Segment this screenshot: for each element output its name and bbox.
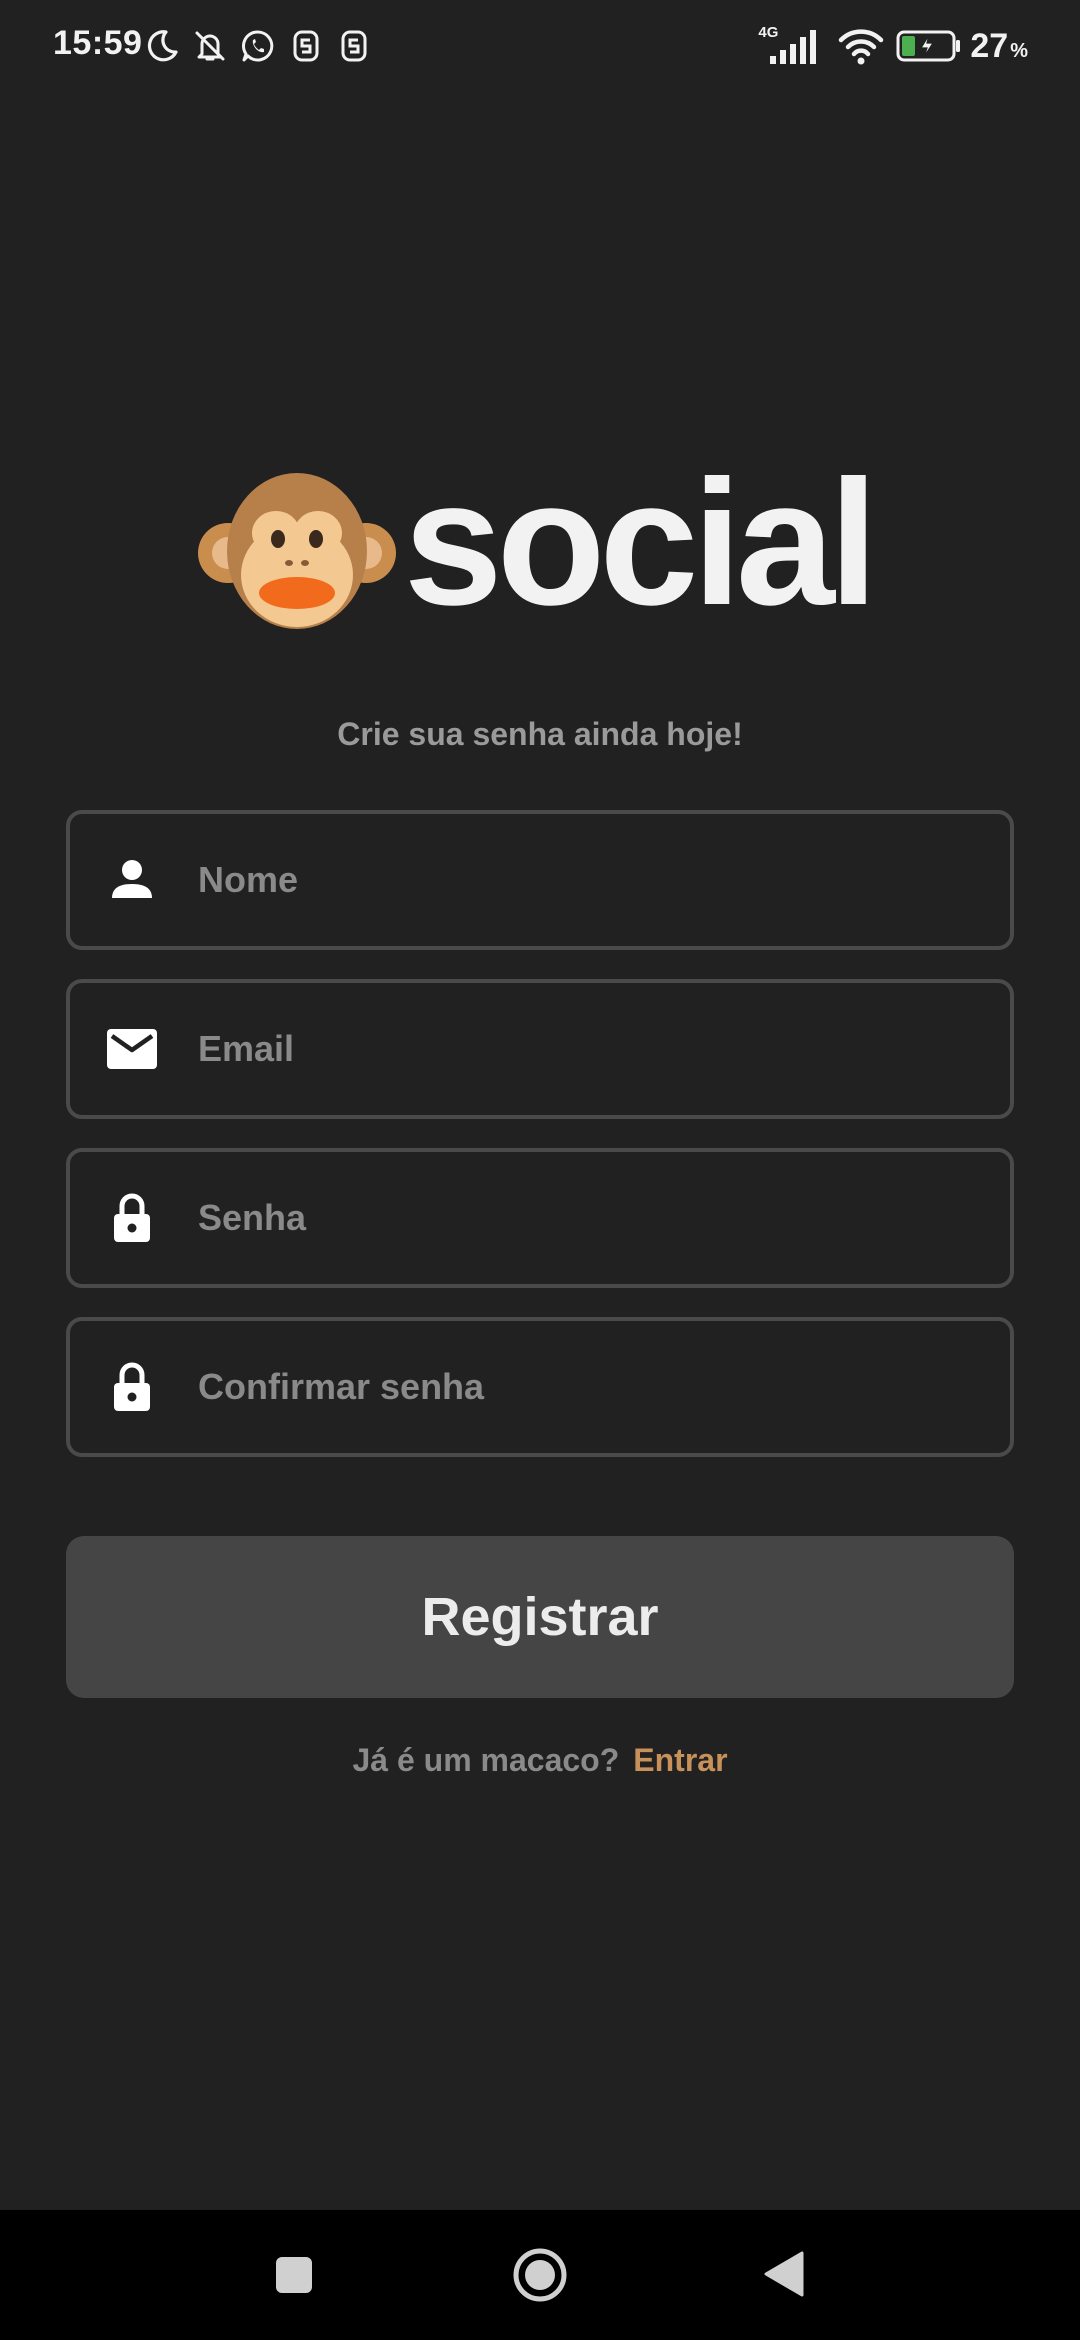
battery-percent: 27% [970, 26, 1028, 65]
login-prompt: Já é um macaco? Entrar [0, 1742, 1080, 1779]
person-icon [112, 860, 152, 898]
wifi-icon [839, 29, 884, 65]
name-input[interactable] [198, 840, 980, 920]
app-s-icon [341, 30, 367, 62]
system-status-icons: 4G 27% [758, 22, 1028, 70]
back-icon[interactable] [762, 2250, 804, 2298]
lock-icon [114, 1193, 150, 1242]
signal-icon [770, 30, 817, 64]
confirm-password-field[interactable] [66, 1317, 1014, 1457]
bell-off-icon [195, 31, 225, 61]
status-bar: 15:59 4G 27 % [0, 0, 1080, 92]
navigation-bar [0, 2210, 1080, 2340]
app-logo: social [0, 454, 1080, 642]
password-field[interactable] [66, 1148, 1014, 1288]
name-field[interactable] [66, 810, 1014, 950]
tagline: Crie sua senha ainda hoje! [337, 716, 743, 752]
password-input[interactable] [198, 1178, 980, 1258]
status-time: 15:59 [53, 24, 143, 62]
login-link[interactable]: Entrar [633, 1742, 727, 1779]
whatsapp-icon [242, 30, 274, 62]
notification-icons [144, 24, 372, 68]
moon-icon [147, 30, 178, 62]
register-screen: 15:59 4G 27 % social Crie sua senha aind… [0, 0, 1080, 2340]
recent-apps-icon[interactable] [274, 2255, 314, 2295]
battery-charging-icon [896, 30, 961, 62]
mail-icon [107, 1029, 157, 1069]
email-field[interactable] [66, 979, 1014, 1119]
cell-signal: 4G [758, 24, 824, 68]
app-s-icon [293, 30, 319, 62]
register-button[interactable]: Registrar [66, 1536, 1014, 1698]
email-input[interactable] [198, 1009, 980, 1089]
confirm-password-input[interactable] [198, 1347, 980, 1427]
lock-icon [114, 1362, 150, 1411]
logo-text: social [403, 443, 879, 642]
monkey-face-icon [197, 473, 396, 629]
login-prompt-text: Já é um macaco? [352, 1742, 620, 1778]
home-icon[interactable] [512, 2247, 568, 2303]
